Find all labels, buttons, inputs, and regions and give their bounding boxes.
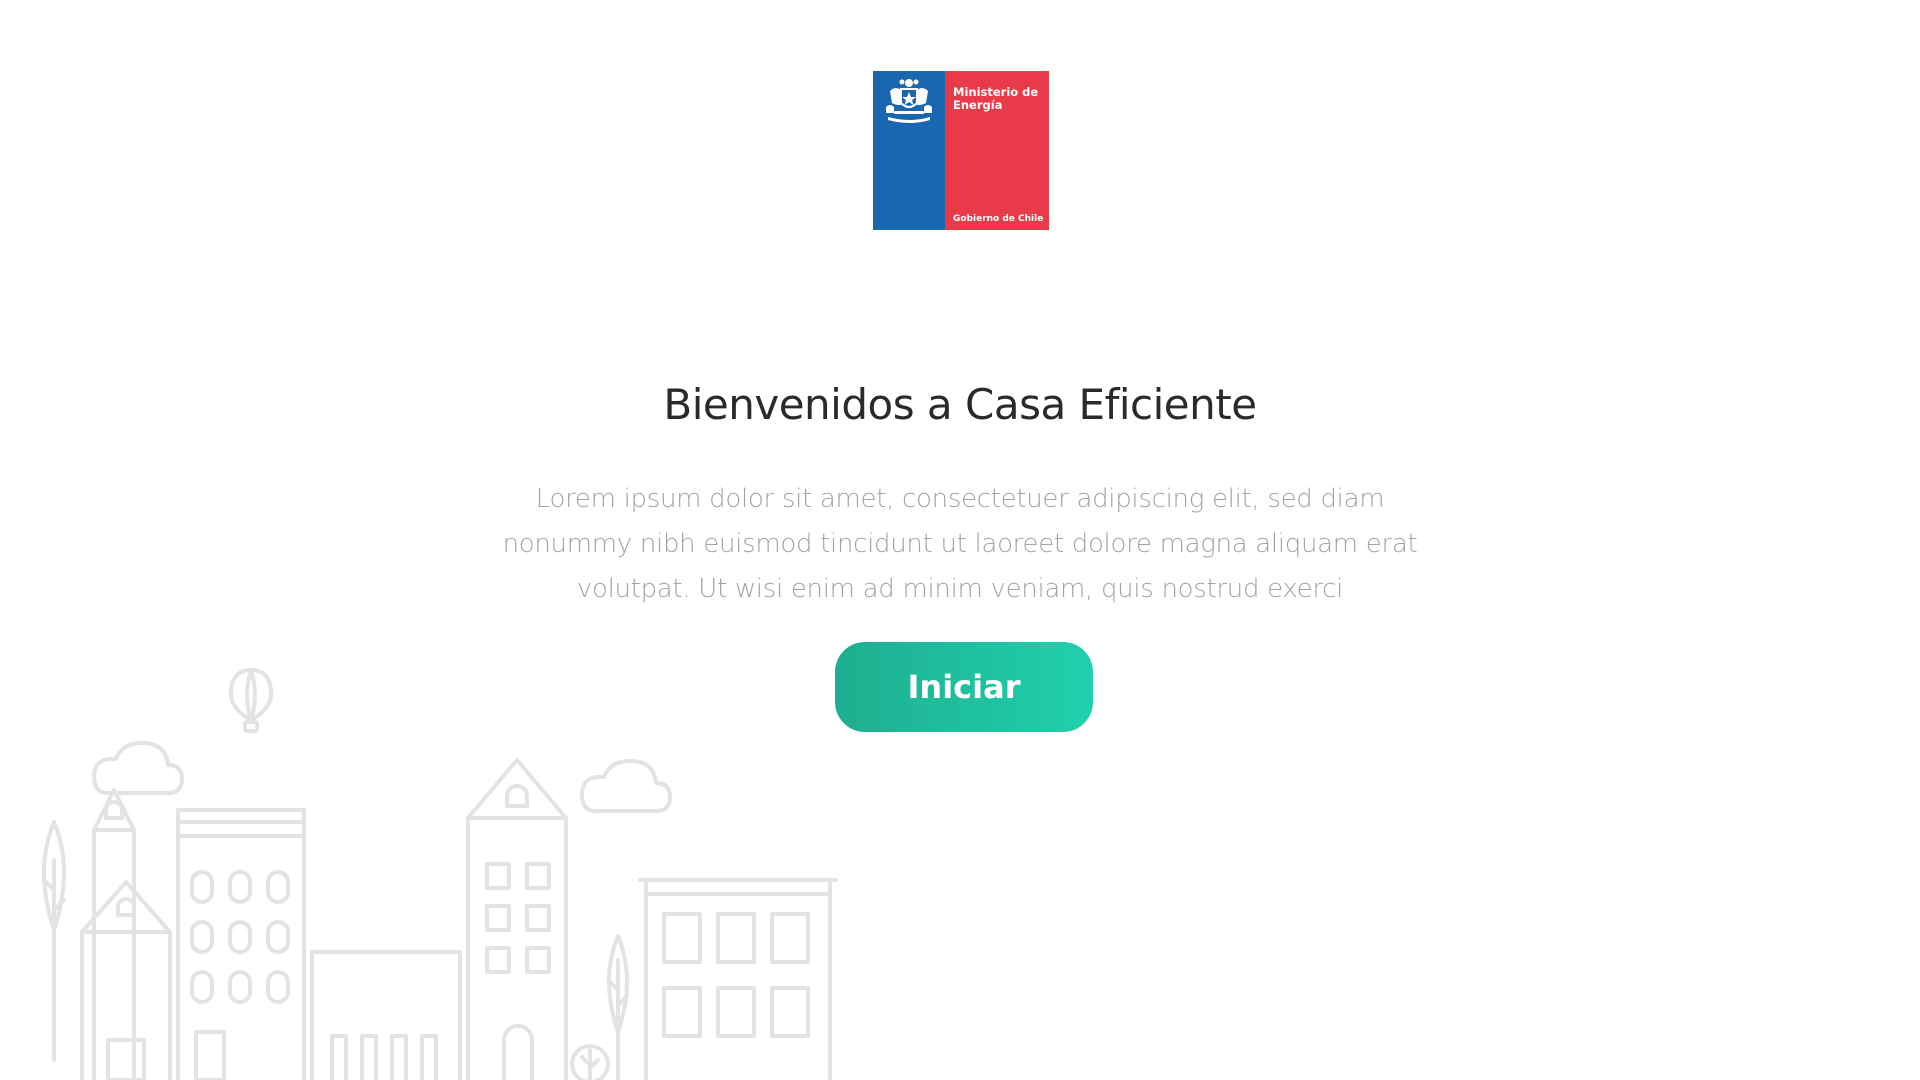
tree-icon — [570, 1044, 610, 1080]
page-title: Bienvenidos a Casa Eficiente — [663, 380, 1257, 430]
start-button[interactable]: Iniciar — [835, 642, 1093, 732]
gable-building — [466, 758, 568, 1080]
logo-blue-panel — [873, 71, 945, 230]
welcome-page: Ministerio de Energía Gobierno de Chile … — [0, 0, 1920, 1080]
page-description: Lorem ipsum dolor sit amet, consectetuer… — [502, 484, 1418, 604]
wide-building — [638, 878, 838, 1080]
logo-red-panel: Ministerio de Energía Gobierno de Chile — [945, 71, 1049, 230]
city-illustration — [42, 668, 838, 1080]
balloon-icon — [228, 668, 274, 733]
ministry-logo: Ministerio de Energía Gobierno de Chile — [873, 71, 1049, 230]
tree-icon — [42, 820, 66, 1062]
ministry-name: Ministerio de Energía — [953, 85, 1039, 112]
cloud-icon — [92, 741, 184, 795]
apartment-building — [176, 808, 306, 1080]
coat-of-arms-icon — [886, 79, 932, 123]
tree-icon — [607, 934, 629, 1080]
cloud-icon — [580, 759, 672, 813]
tower-building — [92, 788, 136, 1080]
flat-building — [310, 950, 462, 1080]
government-name: Gobierno de Chile — [953, 214, 1044, 224]
